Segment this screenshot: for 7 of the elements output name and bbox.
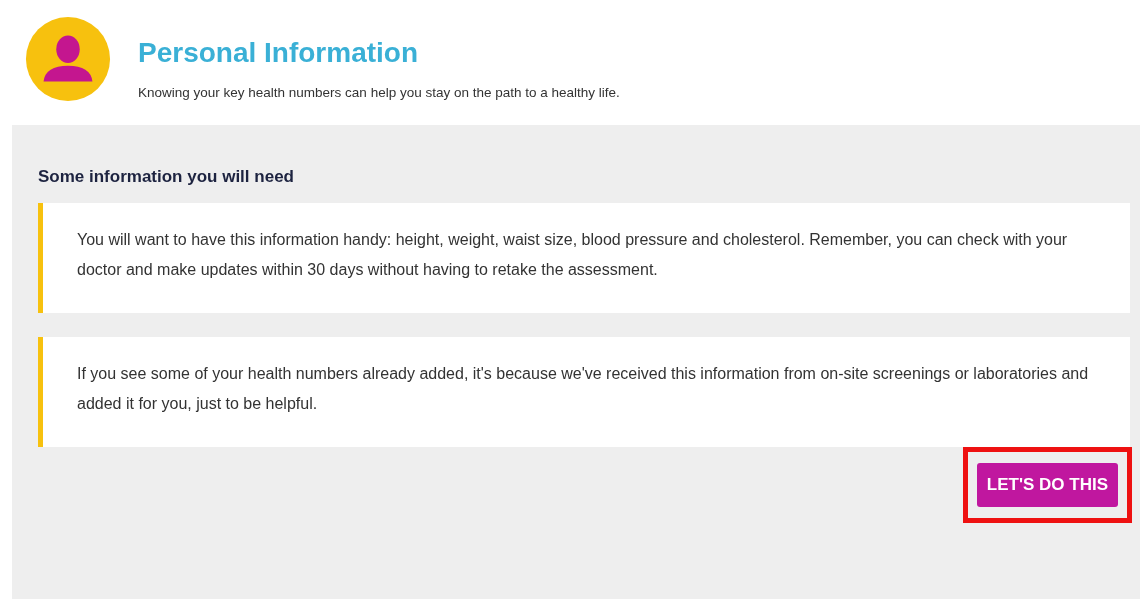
section-heading: Some information you will need [38, 167, 295, 187]
info-text: If you see some of your health numbers already added, it's because we've received this information from on-site screenings or laboratories and added it for you, just to be helpful. [77, 364, 1090, 414]
page-subtitle: Knowing your key health numbers can help you stay on the path to a healthy life. [138, 85, 620, 100]
page-title: Personal Information [138, 37, 420, 69]
info-text: You will want to have this information handy: height, weight, waist size, blood pressure and cholesterol. Remember, you can check with your doctor and make updates within 30 days without having to retake the assessment. [77, 230, 1069, 280]
user-avatar-icon [24, 15, 112, 103]
start-button[interactable]: LET'S DO THIS [976, 463, 1118, 507]
